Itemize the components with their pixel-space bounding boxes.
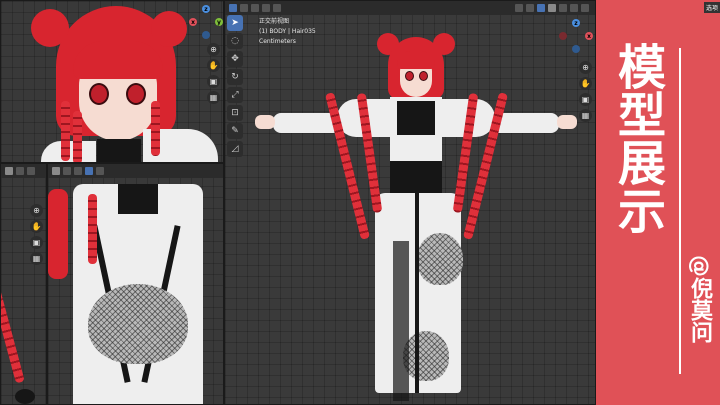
select-mode-icon[interactable] — [229, 4, 237, 12]
view-menu-icon[interactable] — [16, 167, 24, 175]
gizmo-z-axis-icon[interactable]: z — [202, 5, 210, 13]
move-icon[interactable]: ✥ — [227, 51, 243, 67]
cursor-icon[interactable]: ➤ — [227, 15, 243, 31]
camera-icon[interactable]: ▣ — [207, 75, 220, 88]
shading-material-icon[interactable] — [559, 4, 567, 12]
view-menu-icon[interactable] — [240, 4, 248, 12]
annotate-icon[interactable]: ✎ — [227, 123, 243, 139]
zoom-icon[interactable]: ⊕ — [207, 43, 220, 56]
title-card: 选项 模型展示 @倪莫问 — [596, 0, 720, 405]
gizmo-x-axis-icon[interactable]: x — [585, 32, 593, 40]
face-view-tools: ⊕ ✋ ▣ ▦ — [207, 43, 220, 104]
side-view-tools: ⊕ ✋ ▣ ▦ — [30, 204, 43, 265]
editor-type-icon[interactable] — [5, 167, 13, 175]
main-view-tools: ⊕ ✋ ▣ ▦ — [579, 61, 592, 122]
hair-bead — [15, 389, 35, 404]
hand-icon[interactable]: ✋ — [207, 59, 220, 72]
shading-render-icon[interactable] — [570, 4, 578, 12]
select-box-icon[interactable]: ◌ — [227, 33, 243, 49]
shading-solid-icon[interactable] — [537, 4, 545, 12]
grid-icon[interactable]: ▦ — [30, 252, 43, 265]
author-text: @倪莫问 — [687, 255, 712, 343]
gizmo-x-axis-icon[interactable]: x — [189, 18, 197, 26]
object-info: (1) BODY | Hair035 — [259, 28, 316, 35]
title-text: 模型展示 — [609, 42, 665, 234]
unit-label: Centimeters — [259, 38, 296, 45]
measure-icon[interactable]: ◿ — [227, 141, 243, 157]
editor-type-icon[interactable] — [52, 167, 60, 175]
viewport-header — [48, 164, 223, 178]
snap-icon[interactable] — [526, 4, 534, 12]
view-menu-icon[interactable] — [63, 167, 71, 175]
gizmo-neg-z-icon[interactable] — [202, 31, 210, 39]
gizmo-neg-x-icon[interactable] — [559, 32, 567, 40]
select-menu-icon[interactable] — [74, 167, 82, 175]
shading-material-icon[interactable] — [96, 167, 104, 175]
face-viewport[interactable]: z y x ⊕ ✋ ▣ ▦ — [0, 0, 224, 163]
select-menu-icon[interactable] — [251, 4, 259, 12]
shading-wire-icon[interactable] — [548, 4, 556, 12]
gizmo-y-axis-icon[interactable]: y — [215, 18, 223, 26]
zoom-icon[interactable]: ⊕ — [579, 61, 592, 74]
object-menu-icon[interactable] — [273, 4, 281, 12]
viewport-info: 正交前视图 (1) BODY | Hair035 Centimeters — [259, 17, 316, 47]
navigation-gizmo[interactable]: z x — [559, 19, 593, 53]
viewport-header — [1, 164, 46, 178]
gizmo-neg-z-icon[interactable] — [572, 45, 580, 53]
gizmo-z-axis-icon[interactable]: z — [572, 19, 580, 27]
title-divider — [679, 48, 681, 374]
rotate-icon[interactable]: ↻ — [227, 69, 243, 85]
main-viewport[interactable]: ➤ ◌ ✥ ↻ ⤢ ⊡ ✎ ◿ 正交前视图 (1) BODY | Hair035… — [224, 0, 596, 405]
add-menu-icon[interactable] — [262, 4, 270, 12]
grid-icon[interactable]: ▦ — [207, 91, 220, 104]
corner-label: 选项 — [703, 2, 720, 13]
grid-icon[interactable]: ▦ — [579, 109, 592, 122]
filter-icon[interactable] — [581, 4, 589, 12]
transform-icon[interactable]: ⊡ — [227, 105, 243, 121]
side-viewport[interactable]: ⊕ ✋ ▣ ▦ — [0, 163, 47, 405]
tool-shelf: ➤ ◌ ✥ ↻ ⤢ ⊡ ✎ ◿ — [227, 15, 243, 157]
scale-icon[interactable]: ⤢ — [227, 87, 243, 103]
transform-pivot-icon[interactable] — [515, 4, 523, 12]
viewport-grid — [1, 164, 46, 404]
navigation-gizmo[interactable]: z y x — [189, 5, 223, 39]
view-name: 正交前视图 — [259, 18, 290, 25]
camera-icon[interactable]: ▣ — [579, 93, 592, 106]
overlay-icon[interactable] — [27, 167, 35, 175]
zoom-icon[interactable]: ⊕ — [30, 204, 43, 217]
viewport-header — [225, 1, 595, 15]
hand-icon[interactable]: ✋ — [30, 220, 43, 233]
shading-solid-icon[interactable] — [85, 167, 93, 175]
hand-icon[interactable]: ✋ — [579, 77, 592, 90]
camera-icon[interactable]: ▣ — [30, 236, 43, 249]
body-viewport[interactable] — [47, 163, 224, 405]
